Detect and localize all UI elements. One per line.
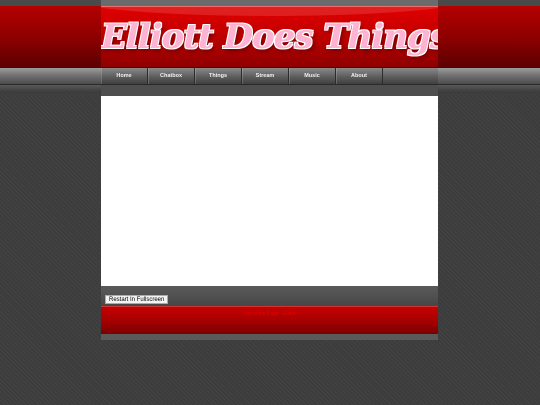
nav-item-label: Home [116, 73, 132, 79]
nav-item-things[interactable]: Things [195, 68, 242, 84]
header-side-band-left [0, 6, 101, 68]
footer-author-link[interactable]: Elliott [283, 311, 295, 317]
footer-top-link[interactable]: Top to the Page [244, 311, 279, 317]
nav-item-label: About [351, 73, 367, 79]
footer-text: Top to the Page · Elliott [101, 311, 438, 317]
nav-item-label: Stream [255, 73, 275, 79]
nav-item-music[interactable]: Music [289, 68, 336, 84]
nav-item-home[interactable]: Home [101, 68, 148, 84]
footer-bottom-strip [101, 334, 438, 340]
nav-item-chatbox[interactable]: Chatbox [148, 68, 195, 84]
main-nav: Home Chatbox Things Stream Music About [101, 68, 438, 84]
controls-bar: Restart In Fullscreen [101, 286, 438, 306]
site-header: Elliott Does Things [101, 6, 438, 68]
nav-item-stream[interactable]: Stream [242, 68, 289, 84]
header-side-band-right [438, 6, 540, 68]
site-title-logo[interactable]: Elliott Does Things [101, 14, 438, 60]
restart-fullscreen-button[interactable]: Restart In Fullscreen [105, 295, 169, 304]
nav-item-label: Things [208, 73, 228, 79]
content-frame[interactable] [101, 96, 438, 286]
nav-item-label: Chatbox [160, 73, 182, 79]
nav-item-about[interactable]: About [336, 68, 383, 84]
nav-item-label: Music [304, 73, 320, 79]
subnav-center [101, 85, 438, 96]
site-footer: Top to the Page · Elliott [101, 306, 438, 334]
